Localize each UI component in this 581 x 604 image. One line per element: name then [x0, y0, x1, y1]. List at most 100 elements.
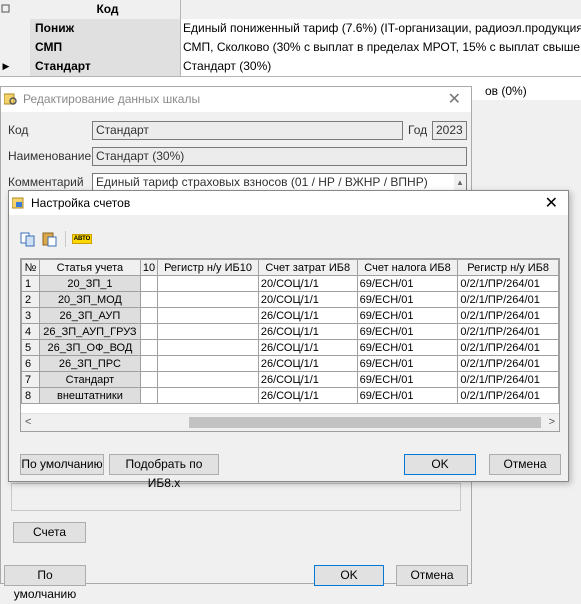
cell-tax-ib8[interactable]: 69/ЕСН/01 — [356, 291, 459, 308]
cell-num[interactable]: 2 — [21, 291, 40, 308]
cell-tax-ib8[interactable]: 69/ЕСН/01 — [356, 323, 459, 340]
horizontal-scrollbar[interactable]: < > — [21, 413, 559, 431]
row-code[interactable]: СМП — [30, 38, 181, 57]
cell-reg-ib8[interactable]: 0/2/1/ПР/264/01 — [457, 307, 559, 324]
table-row[interactable]: 4 26_ЗП_АУП_ГРУЗ 26/СОЦ/1/1 69/ЕСН/01 0/2/1/… — [21, 323, 559, 340]
cell-cost-ib8[interactable]: 20/СОЦ/1/1 — [257, 275, 358, 292]
grid-settings-icon[interactable] — [1, 4, 11, 14]
copy-icon[interactable] — [20, 231, 36, 247]
cell-tax-ib8[interactable]: 69/ЕСН/01 — [356, 371, 459, 388]
table-row[interactable]: 3 26_ЗП_АУП 26/СОЦ/1/1 69/ЕСН/01 0/2/1/ПР/26… — [21, 307, 559, 324]
cell-num[interactable]: 5 — [21, 339, 40, 356]
comment-scroll-up-icon[interactable]: ▲ — [454, 174, 466, 191]
grid-row[interactable]: СМП СМП, Сколково (30% с выплат в предел… — [0, 38, 581, 58]
cell-reg-ib10[interactable] — [157, 339, 259, 356]
cell-num[interactable]: 7 — [21, 371, 40, 388]
cell-10[interactable] — [139, 355, 159, 372]
cell-num[interactable]: 1 — [21, 275, 40, 292]
table-row[interactable]: 7 Стандарт 26/СОЦ/1/1 69/ЕСН/01 0/2/1/ПР/264… — [21, 371, 559, 388]
cell-10[interactable] — [139, 275, 159, 292]
cell-cost-ib8[interactable]: 26/СОЦ/1/1 — [257, 387, 358, 404]
cell-article[interactable]: 26_ЗП_АУП — [38, 307, 141, 324]
row-cell-blank[interactable] — [12, 38, 31, 57]
cell-10[interactable] — [139, 371, 159, 388]
cell-reg-ib8[interactable]: 0/2/1/ПР/264/01 — [457, 291, 559, 308]
cell-article[interactable]: Стандарт — [38, 371, 141, 388]
cell-reg-ib10[interactable] — [157, 323, 259, 340]
accounts-dialog-title-bar[interactable]: Настройка счетов ✕ — [9, 191, 568, 215]
default-button[interactable]: По умолчанию — [20, 454, 104, 475]
code-column-header[interactable]: Код — [30, 0, 181, 19]
cell-num[interactable]: 4 — [21, 323, 40, 340]
cell-reg-ib10[interactable] — [157, 291, 259, 308]
cell-cost-ib8[interactable]: 26/СОЦ/1/1 — [257, 355, 358, 372]
cell-reg-ib10[interactable] — [157, 371, 259, 388]
col-num-header[interactable]: № — [21, 259, 40, 276]
grid-row[interactable]: Пониж Единый пониженный тариф (7.6%) (IT… — [0, 19, 581, 39]
cell-num[interactable]: 3 — [21, 307, 40, 324]
row-name[interactable]: Единый пониженный тариф (7.6%) (IT-орган… — [181, 19, 581, 38]
close-icon[interactable]: ✕ — [545, 191, 558, 216]
close-icon[interactable]: ✕ — [448, 87, 461, 112]
cell-article[interactable]: внештатники — [38, 387, 141, 404]
col-article-header[interactable]: Статья учета — [38, 259, 141, 276]
cell-reg-ib8[interactable]: 0/2/1/ПР/264/01 — [457, 275, 559, 292]
cell-cost-ib8[interactable]: 20/СОЦ/1/1 — [257, 291, 358, 308]
cell-num[interactable]: 6 — [21, 355, 40, 372]
grid-row-current[interactable]: ▶ Стандарт Стандарт (30%) — [0, 57, 581, 77]
cancel-button[interactable]: Отмена — [489, 454, 561, 475]
ok-button[interactable]: OK — [314, 565, 384, 586]
cell-num[interactable]: 8 — [21, 387, 40, 404]
row-cell-blank[interactable] — [12, 19, 31, 38]
row-name[interactable]: СМП, Сколково (30% с выплат в пределах М… — [181, 38, 581, 57]
default-button[interactable]: По умолчанию — [4, 565, 86, 601]
table-row[interactable]: 2 20_ЗП_МОД 20/СОЦ/1/1 69/ЕСН/01 0/2/1/ПР/26… — [21, 291, 559, 308]
cell-article[interactable]: 26_ЗП_АУП_ГРУЗ — [38, 323, 141, 340]
cancel-button[interactable]: Отмена — [396, 565, 468, 586]
cell-reg-ib8[interactable]: 0/2/1/ПР/264/01 — [457, 387, 559, 404]
name-column-header[interactable] — [181, 0, 581, 19]
cell-cost-ib8[interactable]: 26/СОЦ/1/1 — [257, 307, 358, 324]
row-code[interactable]: Пониж — [30, 19, 181, 38]
cell-reg-ib10[interactable] — [157, 307, 259, 324]
cell-article[interactable]: 26_ЗП_ПРС — [38, 355, 141, 372]
col-reg-ib10-header[interactable]: Регистр н/у ИБ10 — [157, 259, 259, 276]
cell-reg-ib10[interactable] — [157, 387, 259, 404]
cell-article[interactable]: 20_ЗП_МОД — [38, 291, 141, 308]
cell-reg-ib8[interactable]: 0/2/1/ПР/264/01 — [457, 323, 559, 340]
col-10-header[interactable]: 10 — [139, 259, 159, 276]
cell-tax-ib8[interactable]: 69/ЕСН/01 — [356, 307, 459, 324]
cell-10[interactable] — [139, 307, 159, 324]
table-row[interactable]: 1 20_ЗП_1 20/СОЦ/1/1 69/ЕСН/01 0/2/1/ПР/264/… — [21, 275, 559, 292]
col-tax-ib8-header[interactable]: Счет налога ИБ8 — [356, 259, 459, 276]
edit-dialog-title-bar[interactable]: Редактирование данных шкалы ✕ — [1, 87, 471, 112]
cell-tax-ib8[interactable]: 69/ЕСН/01 — [356, 355, 459, 372]
auto-icon[interactable]: АВТО — [72, 234, 92, 244]
cell-10[interactable] — [139, 339, 159, 356]
table-row[interactable]: 8 внештатники 26/СОЦ/1/1 69/ЕСН/01 0/2/1/ПР/… — [21, 387, 559, 404]
paste-icon[interactable] — [42, 231, 58, 247]
cell-tax-ib8[interactable]: 69/ЕСН/01 — [356, 275, 459, 292]
scroll-left-icon[interactable]: < — [25, 414, 31, 431]
cell-reg-ib8[interactable]: 0/2/1/ПР/264/01 — [457, 339, 559, 356]
row-code[interactable]: Стандарт — [30, 57, 181, 76]
cell-reg-ib8[interactable]: 0/2/1/ПР/264/01 — [457, 355, 559, 372]
name-field[interactable]: Стандарт (30%) — [92, 147, 467, 166]
col-cost-ib8-header[interactable]: Счет затрат ИБ8 — [257, 259, 358, 276]
scrollbar-thumb[interactable] — [189, 417, 541, 428]
table-row[interactable]: 6 26_ЗП_ПРС 26/СОЦ/1/1 69/ЕСН/01 0/2/1/ПР/26… — [21, 355, 559, 372]
cell-tax-ib8[interactable]: 69/ЕСН/01 — [356, 339, 459, 356]
cell-cost-ib8[interactable]: 26/СОЦ/1/1 — [257, 323, 358, 340]
cell-cost-ib8[interactable]: 26/СОЦ/1/1 — [257, 339, 358, 356]
accounts-button[interactable]: Счета — [13, 522, 86, 543]
row-cell-blank[interactable] — [12, 57, 31, 76]
ok-button[interactable]: OK — [404, 454, 476, 475]
table-row[interactable]: 5 26_ЗП_ОФ_ВОД 26/СОЦ/1/1 69/ЕСН/01 0/2/1/ПР… — [21, 339, 559, 356]
cell-10[interactable] — [139, 323, 159, 340]
row-name[interactable]: Стандарт (30%) — [181, 57, 581, 76]
cell-article[interactable]: 20_ЗП_1 — [38, 275, 141, 292]
cell-10[interactable] — [139, 387, 159, 404]
cell-article[interactable]: 26_ЗП_ОФ_ВОД — [38, 339, 141, 356]
pick-by-ib8-button[interactable]: Подобрать по ИБ8.х — [109, 454, 219, 490]
year-field[interactable]: 2023 — [432, 121, 467, 140]
